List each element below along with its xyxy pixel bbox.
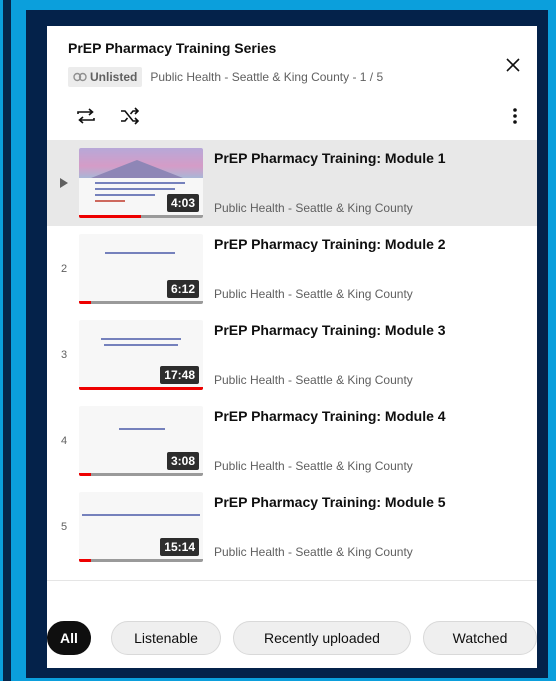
left-edge-inner: [3, 0, 11, 681]
thumbnail-text-line: [119, 428, 165, 430]
filter-chips: All Listenable Recently uploaded Watched: [47, 621, 537, 657]
watch-progress-fill: [79, 215, 141, 218]
unlisted-label: Unlisted: [90, 70, 138, 84]
video-channel: Public Health - Seattle & King County: [214, 373, 413, 387]
video-thumbnail[interactable]: 3:08: [79, 406, 203, 476]
watch-progress-fill: [79, 387, 203, 390]
thumbnail-text-line: [82, 514, 200, 516]
playlist-header: PrEP Pharmacy Training Series Unlisted P…: [47, 26, 537, 140]
thumbnail-text-line: [101, 338, 181, 340]
video-channel: Public Health - Seattle & King County: [214, 201, 413, 215]
video-title[interactable]: PrEP Pharmacy Training: Module 3: [214, 321, 514, 340]
channel-position: Public Health - Seattle & King County - …: [150, 70, 384, 84]
thumbnail-text-line: [95, 200, 125, 202]
watch-progress-fill: [79, 473, 92, 476]
watch-progress-fill: [79, 559, 92, 562]
chip-all[interactable]: All: [47, 621, 91, 655]
playlist-panel: PrEP Pharmacy Training Series Unlisted P…: [47, 26, 537, 668]
item-index: 4: [60, 435, 68, 447]
duration-badge: 6:12: [166, 280, 199, 298]
video-channel: Public Health - Seattle & King County: [214, 287, 413, 301]
close-button[interactable]: [500, 52, 526, 78]
left-edge-strip: [0, 0, 14, 681]
video-channel: Public Health - Seattle & King County: [214, 459, 413, 473]
playlist-title: PrEP Pharmacy Training Series: [68, 40, 277, 56]
duration-badge: 17:48: [160, 366, 199, 384]
video-thumbnail[interactable]: 6:12: [79, 234, 203, 304]
video-thumbnail[interactable]: 4:03: [79, 148, 203, 218]
unlisted-badge: Unlisted: [68, 67, 143, 87]
watch-progress-track: [79, 301, 203, 304]
playlist-item[interactable]: 4:03 PrEP Pharmacy Training: Module 1 Pu…: [47, 140, 537, 226]
playlist-meta: Unlisted Public Health - Seattle & King …: [68, 67, 383, 87]
more-options-button[interactable]: [505, 104, 525, 128]
close-icon: [506, 58, 520, 72]
watch-progress-track: [79, 215, 203, 218]
watch-progress-track: [79, 387, 203, 390]
video-thumbnail[interactable]: 15:14: [79, 492, 203, 562]
play-indicator-icon: [60, 178, 68, 188]
thumbnail-mountain: [91, 160, 183, 178]
loop-button[interactable]: [73, 104, 99, 128]
thumbnail-text-line: [95, 188, 175, 190]
duration-badge: 4:03: [166, 194, 199, 212]
watch-progress-track: [79, 559, 203, 562]
more-vert-icon: [513, 108, 517, 124]
item-index: 2: [60, 263, 68, 275]
playlist-item[interactable]: 4 3:08 PrEP Pharmacy Training: Module 4 …: [47, 398, 537, 484]
video-channel: Public Health - Seattle & King County: [214, 545, 413, 559]
video-title[interactable]: PrEP Pharmacy Training: Module 5: [214, 493, 514, 512]
video-title[interactable]: PrEP Pharmacy Training: Module 2: [214, 235, 514, 254]
shuffle-icon: [121, 107, 140, 125]
chip-watched[interactable]: Watched: [423, 621, 537, 655]
shuffle-button[interactable]: [117, 104, 143, 128]
item-index: 5: [60, 521, 68, 533]
playlist-item[interactable]: 3 17:48 PrEP Pharmacy Training: Module 3…: [47, 312, 537, 398]
playlist-item[interactable]: 5 15:14 PrEP Pharmacy Training: Module 5…: [47, 484, 537, 570]
link-icon: [73, 72, 87, 82]
thumbnail-text-line: [95, 182, 185, 184]
item-index: 3: [60, 349, 68, 361]
watch-progress-fill: [79, 301, 92, 304]
duration-badge: 15:14: [160, 538, 199, 556]
duration-badge: 3:08: [166, 452, 199, 470]
thumbnail-text-line: [105, 252, 175, 254]
playlist-item[interactable]: 2 6:12 PrEP Pharmacy Training: Module 2 …: [47, 226, 537, 312]
video-title[interactable]: PrEP Pharmacy Training: Module 4: [214, 407, 514, 426]
thumbnail-text-line: [95, 194, 155, 196]
thumbnail-text-line: [104, 344, 178, 346]
playlist-items: 4:03 PrEP Pharmacy Training: Module 1 Pu…: [47, 140, 537, 570]
chip-divider: [47, 580, 537, 581]
item-index: [55, 140, 73, 226]
video-thumbnail[interactable]: 17:48: [79, 320, 203, 390]
video-title[interactable]: PrEP Pharmacy Training: Module 1: [214, 149, 514, 168]
chip-listenable[interactable]: Listenable: [111, 621, 221, 655]
chip-recently-uploaded[interactable]: Recently uploaded: [233, 621, 411, 655]
watch-progress-track: [79, 473, 203, 476]
loop-icon: [77, 108, 95, 124]
